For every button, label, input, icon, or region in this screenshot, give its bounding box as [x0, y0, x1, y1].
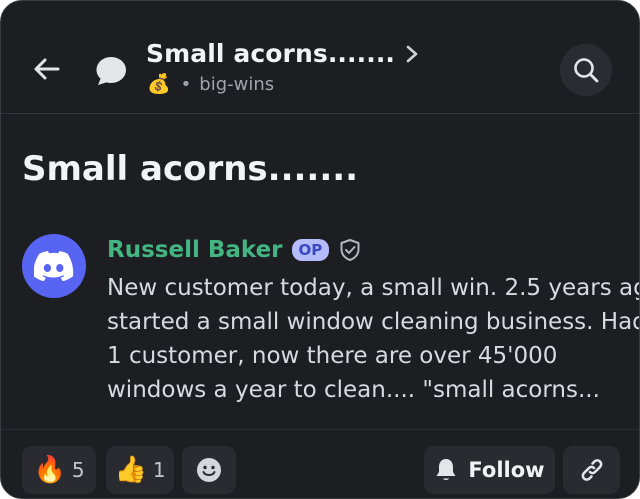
post-title: Small acorns.......: [22, 149, 359, 189]
search-icon: [574, 58, 599, 83]
copy-link-button[interactable]: [563, 446, 620, 494]
author-row: Russell Baker OP: [107, 237, 361, 263]
footer-divider: [1, 429, 639, 430]
chevron-right-icon: [406, 45, 418, 62]
reaction-fire[interactable]: 🔥 5: [22, 446, 96, 494]
message-body: New customer today, a small win. 2.5 yea…: [107, 271, 640, 407]
add-reaction-icon: [197, 458, 221, 482]
thread-header: Small acorns....... 💰 • big-wins: [1, 1, 639, 113]
follow-button[interactable]: Follow: [424, 446, 555, 494]
op-badge: OP: [291, 239, 330, 261]
thumbs-up-emoji-icon: 👍: [114, 455, 147, 485]
follow-label: Follow: [468, 458, 545, 482]
thread-bubble-icon: [96, 57, 126, 85]
channel-name: big-wins: [199, 73, 275, 95]
message-line: 1 customer, now there are over 45'000: [107, 343, 558, 369]
separator-dot: •: [180, 73, 192, 95]
thread-title-link[interactable]: Small acorns.......: [146, 39, 419, 68]
link-icon: [581, 459, 602, 481]
message-line: windows a year to clean.... "small acorn…: [107, 377, 600, 403]
search-button[interactable]: [560, 44, 612, 96]
header-divider: [1, 113, 639, 114]
thread-card: Small acorns....... 💰 • big-wins Small a…: [0, 0, 640, 499]
back-button[interactable]: [29, 51, 65, 87]
add-reaction-button[interactable]: [182, 446, 236, 494]
discord-logo-icon: [34, 251, 74, 281]
shield-check-icon: [340, 239, 360, 261]
message-line: New customer today, a small win. 2.5 yea…: [107, 275, 640, 301]
author-name[interactable]: Russell Baker: [107, 237, 283, 263]
fire-emoji-icon: 🔥: [33, 455, 66, 485]
money-bag-icon: 💰: [147, 73, 171, 95]
avatar[interactable]: [22, 234, 86, 298]
reaction-count: 1: [152, 458, 166, 482]
back-arrow-icon: [34, 58, 60, 80]
reaction-count: 5: [71, 458, 85, 482]
header-title: Small acorns.......: [146, 39, 396, 68]
bell-icon: [436, 459, 456, 480]
message-line: started a small window cleaning business…: [107, 309, 640, 335]
reaction-thumbs-up[interactable]: 👍 1: [106, 446, 174, 494]
channel-link[interactable]: 💰 • big-wins: [147, 73, 274, 95]
